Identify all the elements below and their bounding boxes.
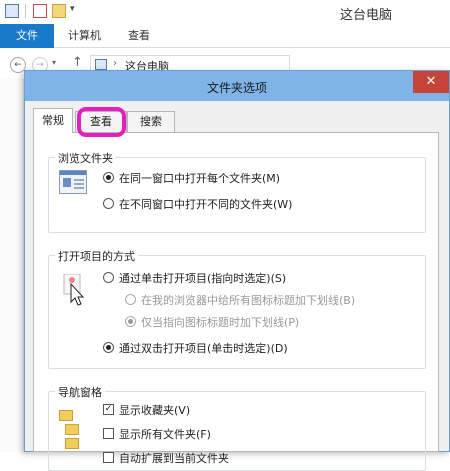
dialog-titlebar[interactable]: 文件夹选项 ✕: [25, 71, 449, 101]
radio-underline-all[interactable]: [125, 294, 136, 305]
folders-illustration-icon: [59, 410, 85, 454]
checkbox-expand-to-current[interactable]: [103, 452, 114, 463]
explorer-titlebar: ▾ 这台电脑: [0, 0, 450, 24]
ribbon-tab-computer[interactable]: 计算机: [58, 24, 111, 48]
option-label[interactable]: 自动扩展到当前文件夹: [119, 450, 229, 466]
toolbar-divider: [25, 4, 26, 18]
option-label[interactable]: 在同一窗口中打开每个文件夹(M): [119, 170, 280, 186]
group-title: 导航窗格: [55, 384, 105, 400]
computer-icon: [95, 59, 107, 70]
properties-icon[interactable]: [33, 4, 47, 18]
radio-double-click[interactable]: [103, 342, 114, 353]
chevron-right-icon[interactable]: ›: [113, 58, 117, 69]
option-label[interactable]: 通过单击打开项目(指向时选定)(S): [119, 270, 286, 286]
highlight-annotation: [77, 107, 126, 137]
group-title: 打开项目的方式: [55, 248, 138, 264]
option-label[interactable]: 在我的浏览器中给所有图标标题加下划线(B): [141, 292, 355, 308]
tab-search[interactable]: 搜索: [127, 111, 175, 132]
navigation-pane: [0, 78, 24, 452]
option-label[interactable]: 显示所有文件夹(F): [119, 426, 211, 442]
customize-quick-access-icon[interactable]: ▾: [70, 4, 75, 14]
folder-options-dialog: 文件夹选项 ✕ 常规 查看 搜索 浏览文件夹 在同一窗口中打开每个文件夹(M) …: [24, 70, 450, 471]
navigation-pane-group: 导航窗格 ✓ 显示收藏夹(V) 显示所有文件夹(F) 自动扩展到当前文件夹: [48, 384, 426, 471]
close-button[interactable]: ✕: [413, 71, 449, 93]
new-folder-icon[interactable]: [52, 4, 66, 18]
tab-general[interactable]: 常规: [33, 108, 73, 133]
ribbon-tab-file[interactable]: 文件: [0, 24, 54, 48]
option-label[interactable]: 显示收藏夹(V): [119, 402, 190, 418]
explorer-title: 这台电脑: [340, 8, 393, 23]
option-label[interactable]: 在不同窗口中打开不同的文件夹(W): [119, 196, 292, 212]
option-label[interactable]: 通过双击打开项目(单击时选定)(D): [119, 340, 288, 356]
ribbon-tabs: 文件 计算机 查看: [0, 24, 450, 48]
general-tab-panel: 浏览文件夹 在同一窗口中打开每个文件夹(M) 在不同窗口中打开不同的文件夹(W)…: [33, 132, 439, 471]
up-arrow-icon[interactable]: ↑: [72, 55, 83, 70]
radio-same-window[interactable]: [103, 172, 114, 183]
recent-locations-icon[interactable]: ▾: [52, 58, 56, 67]
radio-new-window[interactable]: [103, 198, 114, 209]
dialog-title: 文件夹选项: [206, 81, 267, 95]
cursor-illustration-icon: [63, 274, 85, 306]
browse-folders-group: 浏览文件夹 在同一窗口中打开每个文件夹(M) 在不同窗口中打开不同的文件夹(W): [48, 150, 426, 233]
computer-icon[interactable]: [5, 4, 19, 18]
option-label[interactable]: 仅当指向图标标题时加下划线(P): [141, 314, 299, 330]
radio-underline-hover[interactable]: [125, 316, 136, 327]
window-illustration-icon: [59, 170, 87, 194]
group-title: 浏览文件夹: [55, 150, 116, 166]
checkbox-show-all-folders[interactable]: [103, 428, 114, 439]
checkbox-show-favorites[interactable]: ✓: [103, 404, 114, 415]
ribbon-tab-view[interactable]: 查看: [118, 24, 160, 48]
click-items-group: 打开项目的方式 通过单击打开项目(指向时选定)(S) 在我的浏览器中给所有图标标…: [48, 248, 426, 369]
radio-single-click[interactable]: [103, 272, 114, 283]
